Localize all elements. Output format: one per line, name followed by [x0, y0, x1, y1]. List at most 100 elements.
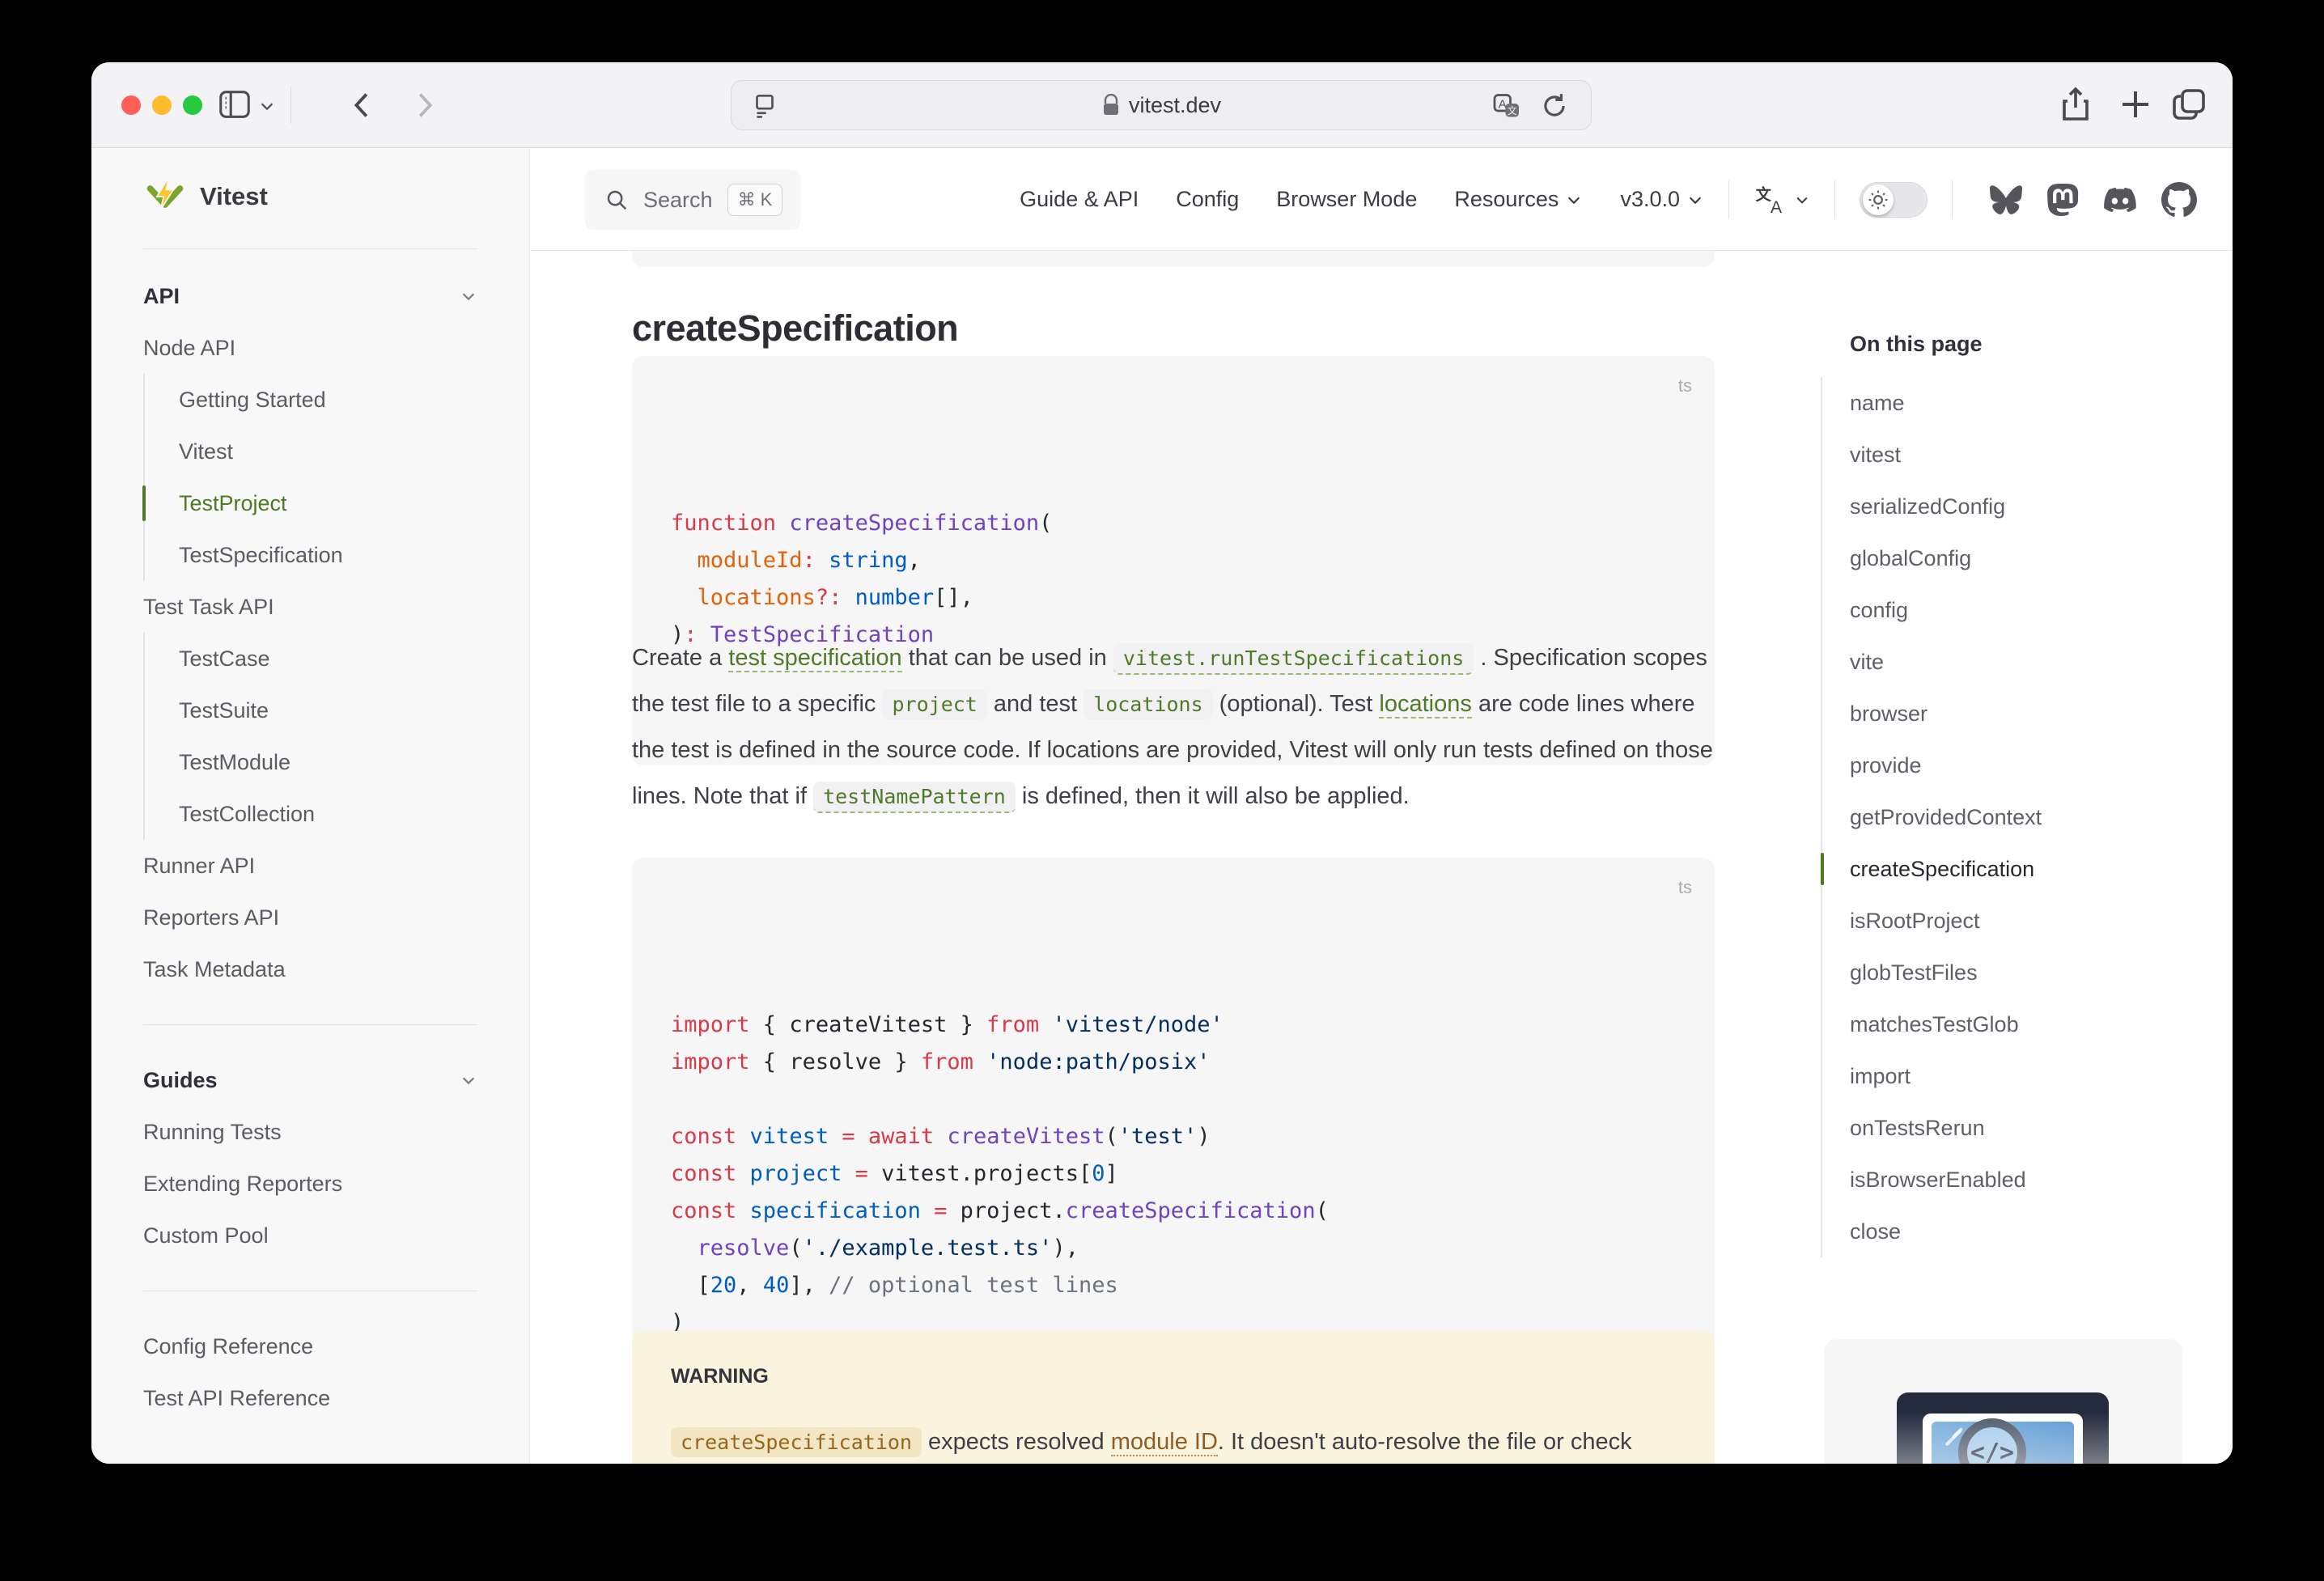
nav-link-browser-mode[interactable]: Browser Mode	[1276, 187, 1417, 212]
sidebar-section-api[interactable]: API	[143, 270, 477, 322]
sidebar-item-vitest[interactable]: Vitest	[179, 426, 477, 477]
nav-link-label: Resources	[1454, 187, 1559, 212]
search-button[interactable]: Search ⌘ K	[585, 170, 800, 230]
sidebar-section-label: Guides	[143, 1068, 218, 1093]
toc-item-matchestestglob[interactable]: matchesTestGlob	[1850, 998, 2042, 1050]
svg-text:文: 文	[1756, 185, 1772, 204]
sidebar-item-reporters-api[interactable]: Reporters API	[143, 892, 477, 943]
table-of-contents: namevitestserializedConfigglobalConfigco…	[1821, 377, 2042, 1257]
toc-item-serializedconfig[interactable]: serializedConfig	[1850, 481, 2042, 532]
nav-link-guide-api[interactable]: Guide & API	[1020, 187, 1139, 212]
sidebar-item-extending-reporters[interactable]: Extending Reporters	[143, 1158, 477, 1210]
mastodon-icon[interactable]	[2046, 183, 2079, 217]
sidebar-item-custom-pool[interactable]: Custom Pool	[143, 1210, 477, 1261]
nav-link-config[interactable]: Config	[1176, 187, 1239, 212]
sidebar-subgroup: Getting StartedVitestTestProjectTestSpec…	[143, 374, 477, 581]
on-this-page-title: On this page	[1850, 332, 1983, 357]
new-tab-icon[interactable]	[2116, 85, 2155, 124]
sidebar-item-testmodule[interactable]: TestModule	[179, 736, 477, 788]
forward-icon[interactable]	[405, 87, 443, 124]
inline-link[interactable]: vitest.runTestSpecifications	[1113, 643, 1474, 675]
inline-link[interactable]: test specification	[728, 645, 901, 672]
navbar-divider	[1728, 180, 1729, 219]
toc-item-isbrowserenabled[interactable]: isBrowserEnabled	[1850, 1154, 2042, 1206]
url-text: vitest.dev	[1129, 93, 1221, 118]
back-icon[interactable]	[344, 87, 381, 124]
sidebar-item-testcase[interactable]: TestCase	[179, 633, 477, 685]
chevron-down-icon	[1794, 192, 1810, 208]
logo[interactable]: Vitest	[143, 149, 529, 244]
sidebar-item-testproject[interactable]: TestProject	[179, 477, 477, 529]
reload-icon[interactable]	[1539, 91, 1570, 121]
toc-item-config[interactable]: config	[1850, 584, 2042, 636]
toc-item-globalconfig[interactable]: globalConfig	[1850, 532, 2042, 584]
toc-item-vite[interactable]: vite	[1850, 636, 2042, 688]
code-lang-badge: ts	[1678, 367, 1692, 405]
language-menu[interactable]: 文A	[1754, 183, 1810, 217]
theme-toggle[interactable]	[1860, 182, 1927, 218]
toc-item-vitest[interactable]: vitest	[1850, 429, 2042, 481]
sidebar-item-task-metadata[interactable]: Task Metadata	[143, 943, 477, 995]
sidebar: Vitest APINode APIGetting StartedVitestT…	[91, 149, 530, 1464]
share-icon[interactable]	[2056, 85, 2095, 124]
toc-item-provide[interactable]: provide	[1850, 740, 2042, 791]
sidebar-item-runner-api[interactable]: Runner API	[143, 840, 477, 892]
sidebar-item-getting started[interactable]: Getting Started	[179, 374, 477, 426]
sidebar-item-testcollection[interactable]: TestCollection	[179, 788, 477, 840]
sidebar-subgroup: TestCaseTestSuiteTestModuleTestCollectio…	[143, 633, 477, 840]
github-icon[interactable]	[2161, 182, 2197, 218]
nav-link-v3-0-0[interactable]: v3.0.0	[1620, 187, 1704, 212]
site-navbar: Search ⌘ K Guide & API Config Browser Mode…	[530, 149, 2233, 251]
toc-item-isrootproject[interactable]: isRootProject	[1850, 895, 2042, 947]
toc-item-name[interactable]: name	[1850, 377, 2042, 429]
text: (optional). Test	[1213, 691, 1380, 717]
toc-item-close[interactable]: close	[1850, 1206, 2042, 1257]
discord-icon[interactable]	[2101, 184, 2139, 216]
navbar-divider	[1952, 180, 1953, 219]
fade-overlay	[1824, 1339, 2182, 1464]
sidebar-item-test-task-api[interactable]: Test Task API	[143, 581, 477, 633]
minimize-window-button[interactable]	[152, 95, 172, 115]
inline-link[interactable]: locations	[1379, 691, 1471, 718]
svg-text:A: A	[1499, 97, 1507, 111]
toc-item-import[interactable]: import	[1850, 1050, 2042, 1102]
code-line: resolve('./example.test.ts'),	[671, 1230, 1676, 1267]
tab-overview-icon[interactable]	[2169, 85, 2208, 124]
sidebar-item-node-api[interactable]: Node API	[143, 322, 477, 374]
svg-text:A: A	[1771, 197, 1782, 216]
zoom-window-button[interactable]	[183, 95, 202, 115]
code-line: locations?: number[],	[671, 579, 1676, 617]
search-label: Search	[643, 188, 713, 213]
toc-item-ontestsrerun[interactable]: onTestsRerun	[1850, 1102, 2042, 1154]
sidebar-item-testspecification[interactable]: TestSpecification	[179, 529, 477, 581]
page-title: createSpecification	[632, 307, 958, 350]
sidebar-item-test-api-reference[interactable]: Test API Reference	[143, 1372, 477, 1424]
inline-link[interactable]: testNamePattern	[813, 782, 1016, 813]
sidebar-divider	[143, 248, 477, 249]
translate-page-icon[interactable]: A文	[1492, 91, 1521, 121]
toc-item-browser[interactable]: browser	[1850, 688, 2042, 740]
chevron-down-icon[interactable]	[258, 97, 276, 115]
text: that can be used in	[902, 645, 1113, 671]
sidebar-toggle-icon[interactable]	[216, 86, 253, 123]
text: is defined, then it will also be applied…	[1016, 783, 1410, 809]
inline-code: createSpecification	[671, 1427, 922, 1457]
sidebar-section-guides[interactable]: Guides	[143, 1054, 477, 1106]
toc-item-globtestfiles[interactable]: globTestFiles	[1850, 947, 2042, 998]
chevron-down-icon	[1686, 191, 1704, 209]
bluesky-icon[interactable]	[1988, 184, 2024, 216]
sidebar-item-config-reference[interactable]: Config Reference	[143, 1320, 477, 1372]
toc-item-getprovidedcontext[interactable]: getProvidedContext	[1850, 791, 2042, 843]
page: Vitest APINode APIGetting StartedVitestT…	[91, 149, 2233, 1464]
sponsor-card[interactable]: </>	[1824, 1339, 2182, 1464]
address-bar[interactable]: vitest.dev A文	[731, 80, 1592, 130]
url-display[interactable]: vitest.dev	[732, 81, 1591, 129]
toc-item-createspecification[interactable]: createSpecification	[1850, 843, 2042, 895]
inline-link[interactable]: module ID	[1111, 1429, 1218, 1456]
nav-link-resources[interactable]: Resources	[1454, 187, 1583, 212]
sidebar-item-running-tests[interactable]: Running Tests	[143, 1106, 477, 1158]
navbar-divider	[1834, 180, 1835, 219]
close-window-button[interactable]	[121, 95, 141, 115]
warning-body: createSpecification expects resolved mod…	[671, 1419, 1676, 1464]
sidebar-item-testsuite[interactable]: TestSuite	[179, 685, 477, 736]
